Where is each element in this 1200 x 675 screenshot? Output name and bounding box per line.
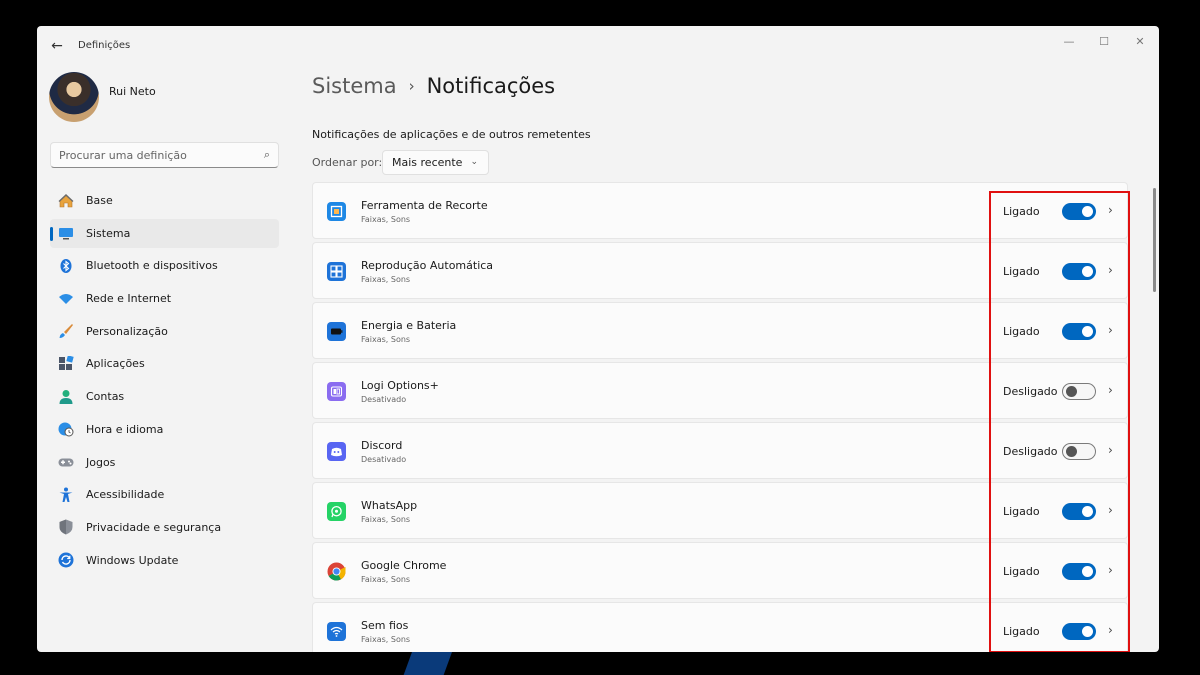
app-name: Energia e Bateria	[361, 319, 457, 332]
sidebar-item-label: Contas	[86, 390, 125, 404]
app-subtitle: Faixas, Sons	[361, 575, 411, 584]
app-subtitle: Faixas, Sons	[361, 335, 411, 344]
sidebar-item-base[interactable]: Base	[50, 186, 279, 215]
app-name: Google Chrome	[361, 559, 447, 572]
sidebar-item-privacidade[interactable]: Privacidade e segurança	[50, 513, 279, 542]
breadcrumb-chevron-icon: ›	[408, 77, 415, 95]
sidebar-item-windows-update[interactable]: Windows Update	[50, 546, 279, 575]
sidebar-item-label: Personalização	[86, 324, 168, 338]
app-subtitle: Desativado	[361, 395, 407, 404]
app-name: Sem fios	[361, 619, 409, 632]
sort-label: Ordenar por:	[312, 156, 383, 169]
sidebar-nav: Base Sistema Bluetooth e dispositivos Re…	[50, 186, 279, 578]
home-icon	[58, 193, 74, 209]
sidebar-item-label: Privacidade e segurança	[86, 520, 222, 534]
window-title: Definições	[78, 40, 131, 51]
sort-value: Mais recente	[392, 156, 463, 169]
apps-icon	[58, 355, 74, 372]
breadcrumb: Sistema › Notificações	[312, 74, 555, 98]
sidebar-item-label: Base	[86, 194, 113, 207]
app-name: Logi Options+	[361, 379, 439, 392]
search-icon: ⌕	[263, 148, 270, 161]
search-input[interactable]	[51, 143, 241, 167]
app-subtitle: Faixas, Sons	[361, 275, 411, 284]
toggle-column-highlight	[989, 191, 1130, 652]
wireless-icon	[327, 622, 346, 641]
app-subtitle: Faixas, Sons	[361, 215, 411, 224]
sidebar-item-label: Aplicações	[86, 357, 145, 371]
chrome-icon	[327, 562, 346, 581]
section-title: Notificações de aplicações e de outros r…	[312, 128, 591, 141]
sidebar-item-bluetooth[interactable]: Bluetooth e dispositivos	[50, 251, 279, 280]
avatar	[49, 72, 99, 122]
gamepad-icon	[58, 454, 74, 470]
scrollbar[interactable]	[1153, 188, 1156, 292]
minimize-icon[interactable]: —	[1055, 32, 1083, 52]
profile-name: Rui Neto	[109, 85, 156, 98]
maximize-icon[interactable]: ☐	[1090, 32, 1118, 52]
breadcrumb-parent[interactable]: Sistema	[312, 74, 397, 98]
app-name: WhatsApp	[361, 499, 418, 512]
snipping-tool-icon	[327, 202, 346, 221]
person-icon	[58, 389, 74, 405]
sort-dropdown[interactable]: Mais recente ⌄	[382, 150, 489, 175]
chevron-down-icon: ⌄	[470, 157, 478, 167]
sidebar-item-acessibilidade[interactable]: Acessibilidade	[50, 480, 279, 509]
accessibility-icon	[58, 487, 74, 503]
settings-window: ← Definições — ☐ ✕ Rui Neto ⌕ Base Siste…	[37, 26, 1159, 652]
sidebar-item-hora[interactable]: Hora e idioma	[50, 415, 279, 444]
wifi-icon	[58, 291, 74, 307]
battery-icon	[327, 322, 346, 341]
sidebar-item-contas[interactable]: Contas	[50, 382, 279, 411]
search-box: ⌕	[50, 142, 279, 168]
page-title: Notificações	[426, 74, 556, 98]
display-icon	[58, 225, 74, 241]
whatsapp-icon	[327, 502, 346, 521]
app-subtitle: Faixas, Sons	[361, 635, 411, 644]
title-bar: ← Definições — ☐ ✕	[37, 26, 1159, 66]
app-name: Reprodução Automática	[361, 259, 494, 272]
sidebar-item-label: Bluetooth e dispositivos	[86, 259, 218, 273]
sidebar-item-label: Sistema	[86, 226, 131, 240]
close-icon[interactable]: ✕	[1126, 32, 1154, 52]
user-profile[interactable]: Rui Neto	[49, 72, 289, 124]
sidebar-item-label: Jogos	[86, 455, 116, 469]
globe-clock-icon	[58, 421, 74, 437]
sidebar-item-personalizacao[interactable]: Personalização	[50, 317, 279, 346]
app-subtitle: Desativado	[361, 455, 407, 464]
logi-options-icon	[327, 382, 346, 401]
sidebar-item-rede[interactable]: Rede e Internet	[50, 284, 279, 313]
autoplay-icon	[327, 262, 346, 281]
sidebar-item-label: Rede e Internet	[86, 292, 172, 306]
sidebar-item-aplicacoes[interactable]: Aplicações	[50, 349, 279, 378]
brush-icon	[58, 323, 74, 339]
app-subtitle: Faixas, Sons	[361, 515, 411, 524]
update-icon	[58, 552, 74, 568]
back-arrow-icon[interactable]: ←	[47, 38, 67, 54]
sidebar-item-jogos[interactable]: Jogos	[50, 448, 279, 477]
app-name: Discord	[361, 439, 403, 452]
bluetooth-icon	[58, 258, 74, 274]
discord-icon	[327, 442, 346, 461]
sidebar-item-sistema[interactable]: Sistema	[50, 218, 279, 248]
app-name: Ferramenta de Recorte	[361, 199, 488, 212]
shield-icon	[58, 519, 74, 535]
sidebar-item-label: Windows Update	[86, 553, 179, 567]
sidebar-item-label: Hora e idioma	[86, 422, 164, 436]
sidebar-item-label: Acessibilidade	[86, 488, 165, 502]
